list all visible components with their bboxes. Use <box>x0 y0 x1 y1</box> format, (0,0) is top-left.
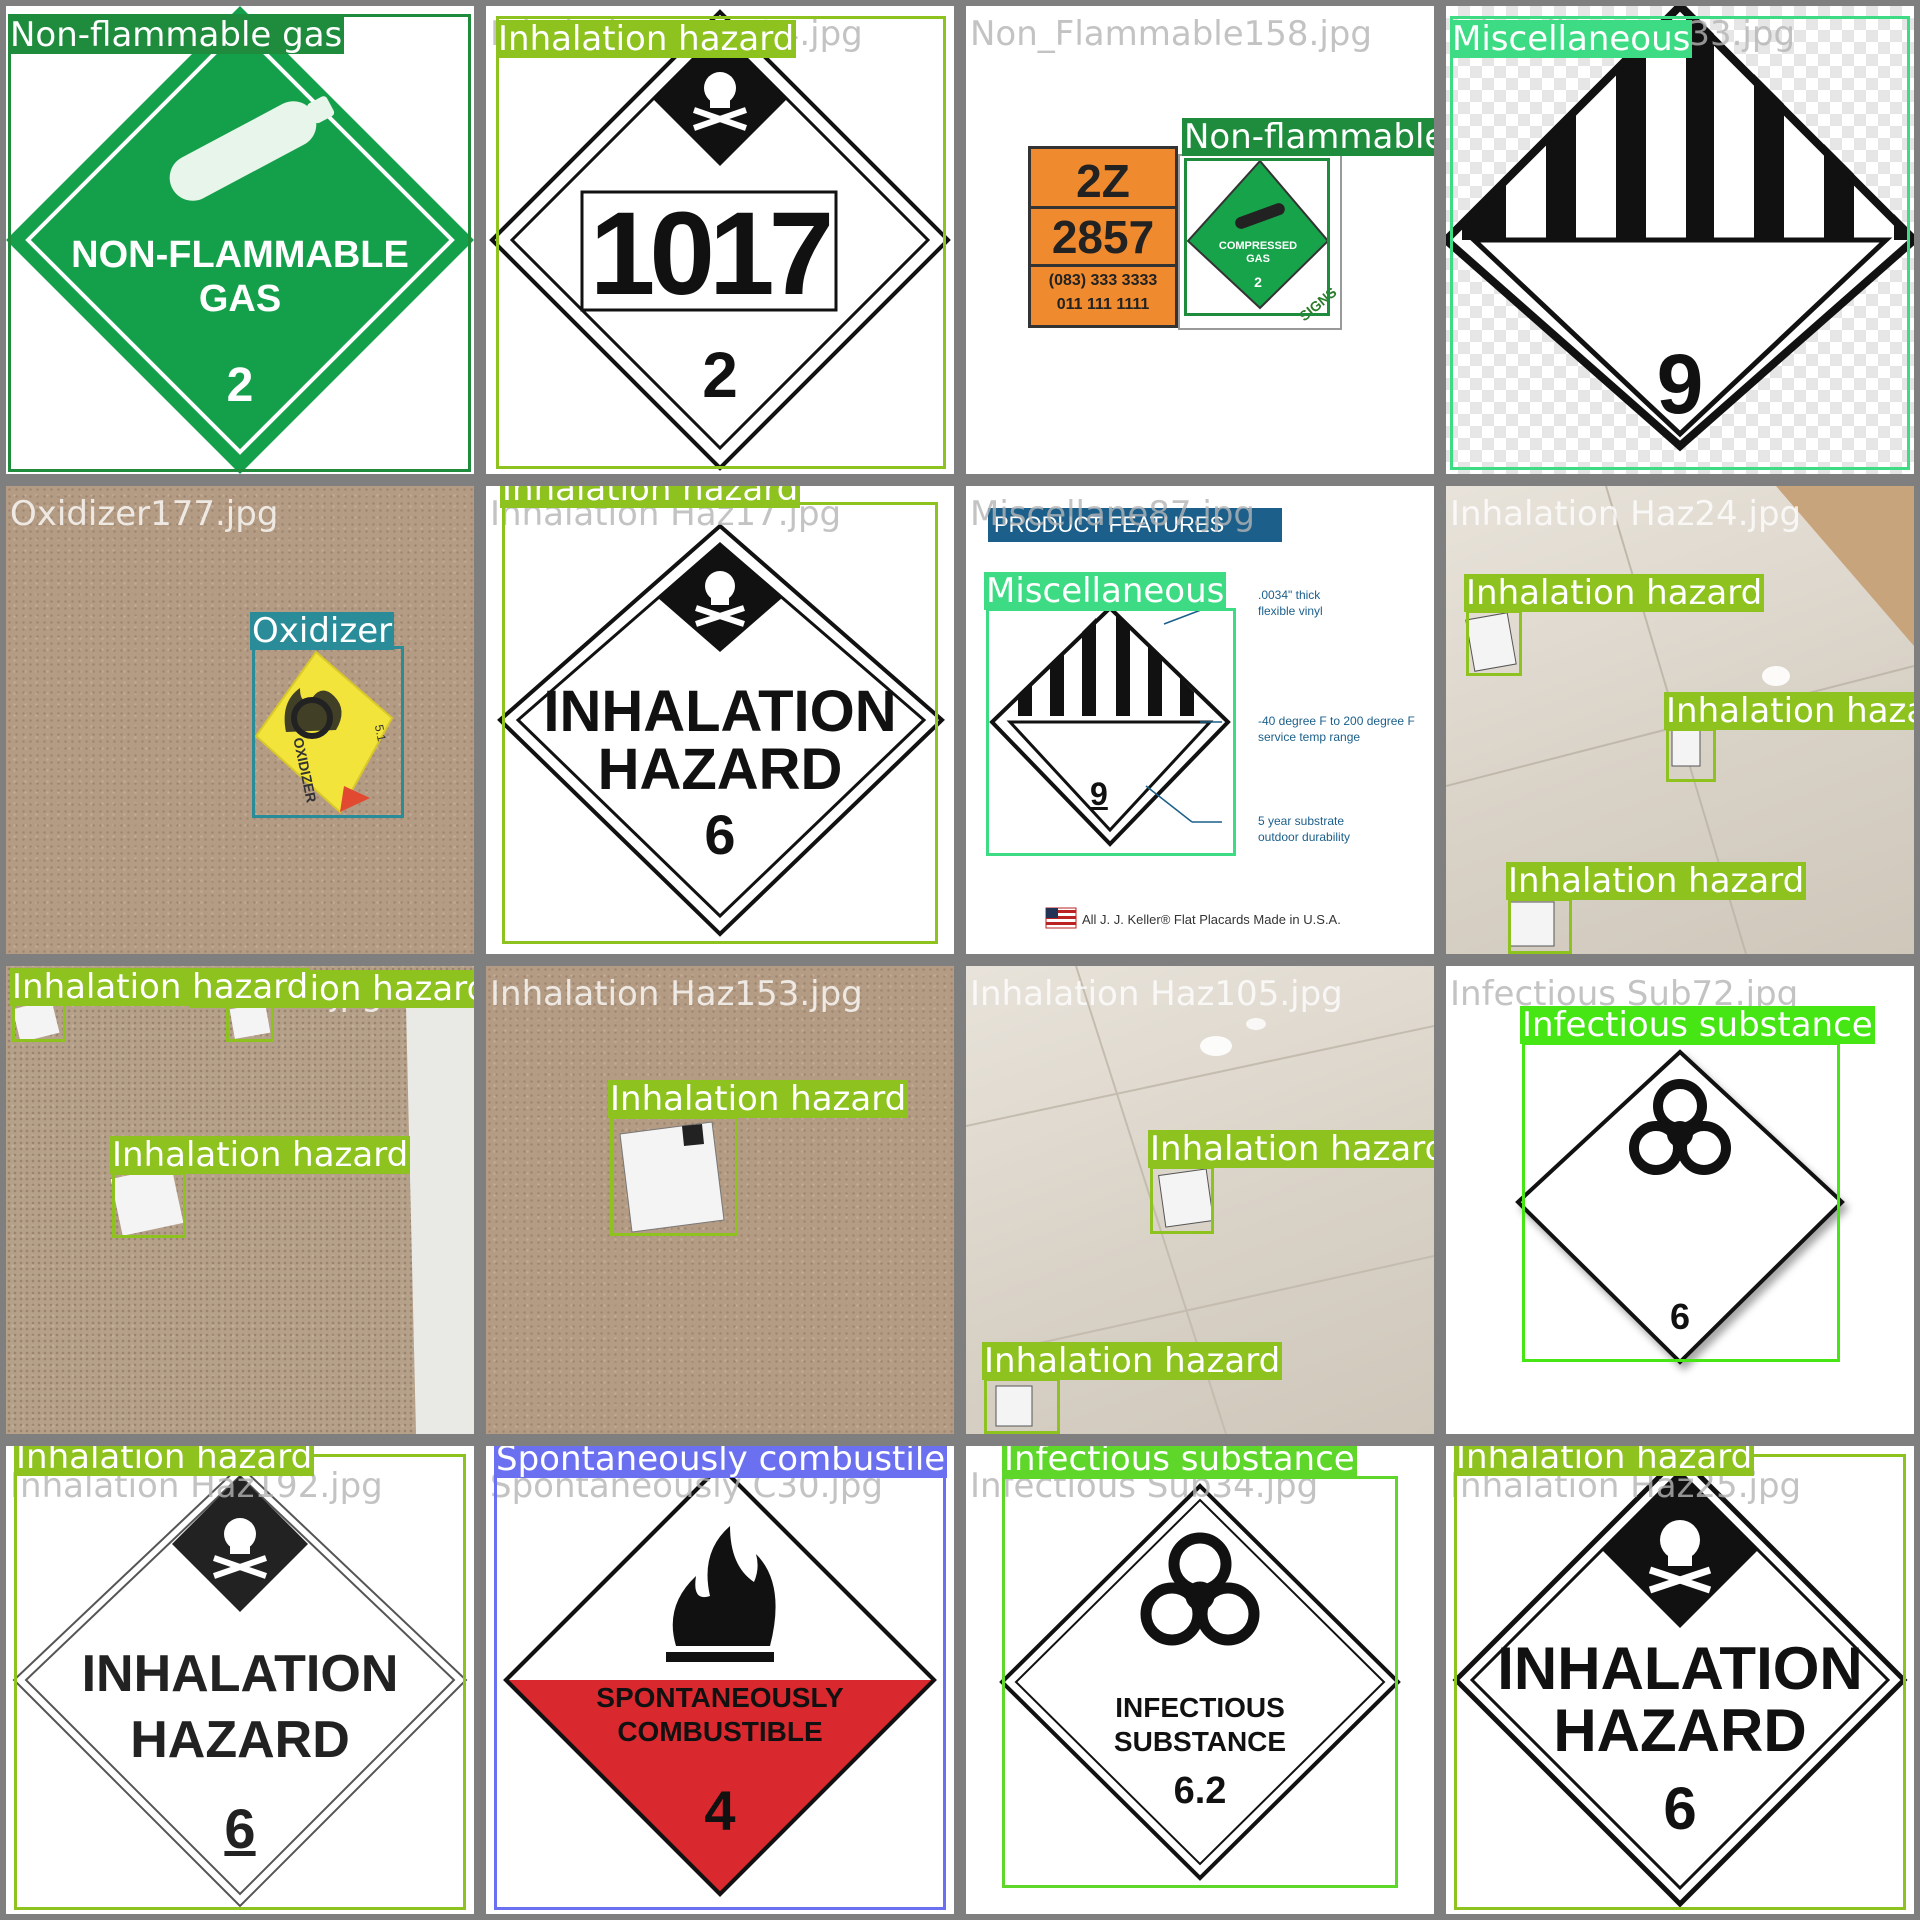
bbox-label: Miscellaneous <box>1450 19 1693 59</box>
feature-note: service temp range <box>1258 730 1361 744</box>
tile-inhalation-1017: 1017 2 Inhalation Haz124.jpg Inhalation … <box>486 6 954 474</box>
feature-note: .0034" thick <box>1258 588 1321 602</box>
feature-note: flexible vinyl <box>1258 604 1323 618</box>
bbox-label: Oxidizer <box>250 611 395 651</box>
bbox-label: Miscellaneous <box>984 571 1227 611</box>
bbox-label: Inhalation hazard <box>500 486 801 508</box>
bbox-inhalation <box>1150 1166 1214 1234</box>
bbox-inhalation <box>610 1116 738 1236</box>
tile-filename: Non_Flammable158.jpg <box>970 14 1372 54</box>
us-flag-icon <box>1045 907 1077 929</box>
bbox-label: Inhalation hazard <box>14 1446 315 1476</box>
bbox-label: Inhalation hazard <box>110 1135 411 1175</box>
tile-infectious-2: INFECTIOUS SUBSTANCE 6.2 Infectious Sub3… <box>966 1446 1434 1914</box>
tile-nonflammable-2: 2Z 2857 (083) 333 3333 011 111 1111 COMP… <box>966 6 1434 474</box>
tile-filename: Inhalation Haz153.jpg <box>490 974 863 1014</box>
bbox-inhalation <box>1466 610 1522 676</box>
tile-filename: Inhalation Haz24.jpg <box>1450 494 1802 534</box>
feature-note: outdoor durability <box>1258 830 1351 844</box>
bbox-inhalation <box>502 502 938 944</box>
bbox-label: Inhalation hazard <box>1454 1446 1755 1476</box>
bbox-infectious <box>1002 1476 1398 1888</box>
bbox-spontaneous <box>494 1454 946 1910</box>
bbox-nonflammable <box>8 14 471 472</box>
bbox-inhalation <box>984 1378 1060 1434</box>
bbox-label: Inhalation hazard <box>982 1341 1283 1381</box>
bbox-label: Inhalation hazard <box>1464 573 1765 613</box>
bbox-inhalation <box>12 1002 66 1042</box>
bbox-label: Inhalation hazard <box>10 967 311 1007</box>
bbox-miscellaneous <box>1450 16 1910 470</box>
tile-oxidizer: OXIDIZER 5.1 Oxidizer177.jpg Oxidizer <box>6 486 474 954</box>
tile-inhalation-5: Inhalation Haz153.jpg Inhalation hazard <box>486 966 954 1434</box>
bbox-label: Inhalation hazard <box>1148 1130 1434 1168</box>
tile-filename: Inhalation Haz105.jpg <box>970 974 1343 1014</box>
bbox-inhalation <box>1454 1454 1906 1910</box>
tile-inhalation-8: INHALATION HAZARD 6 Inhalation Haz25.jpg… <box>1446 1446 1914 1914</box>
feature-note: 5 year substrate <box>1258 814 1345 828</box>
detection-mosaic: NON-FLAMMABLE GAS 2 Non_Flammable134.jpg… <box>0 0 1920 1920</box>
bbox-label: Non-flammable gas <box>1182 118 1434 156</box>
bbox-label: Inhalation haza <box>1664 692 1914 730</box>
bbox-label: Inhalation hazard <box>496 19 797 59</box>
tile-inhalation-2: INHALATION HAZARD 6 Inhalation Haz17.jpg… <box>486 486 954 954</box>
tile-filename: Oxidizer177.jpg <box>10 494 279 534</box>
bbox-label: Infectious substance <box>1520 1005 1875 1045</box>
tile-infectious-1: 6 Infectious Sub72.jpg Infectious substa… <box>1446 966 1914 1434</box>
bbox-inhalation <box>1508 898 1572 954</box>
feature-note: -40 degree F to 200 degree F <box>1258 714 1415 728</box>
bbox-inhalation <box>1666 728 1716 782</box>
tile-miscellaneous-2: PRODUCT FEATURES 9 .0034" thick flexible… <box>966 486 1434 954</box>
tile-inhalation-7: INHALATION HAZARD 6 Inhalation Haz192.jp… <box>6 1446 474 1914</box>
bbox-nonflammable <box>1184 158 1330 316</box>
bbox-miscellaneous <box>986 608 1236 856</box>
tile-spontaneous: SPONTANEOUSLY COMBUSTIBLE 4 Spontaneousl… <box>486 1446 954 1914</box>
bbox-infectious <box>1522 1042 1840 1362</box>
bbox-label: Inhalation hazard <box>608 1079 909 1119</box>
tile-miscellaneous-1: 9 Miscellaneous33.jpg Miscellaneous <box>1446 6 1914 474</box>
footer-text: All J. J. Keller® Flat Placards Made in … <box>1082 912 1341 927</box>
bbox-label: Non-flammable gas <box>8 15 345 55</box>
tile-inhalation-6: Inhalation Haz105.jpg Inhalation hazard … <box>966 966 1434 1434</box>
tile-nonflammable-1: NON-FLAMMABLE GAS 2 Non_Flammable134.jpg… <box>6 6 474 474</box>
bbox-label: Infectious substance <box>1002 1446 1357 1478</box>
bbox-inhalation <box>226 1004 274 1042</box>
bbox-oxidizer <box>252 646 404 818</box>
bbox-inhalation <box>112 1172 186 1238</box>
bbox-inhalation <box>14 1454 466 1910</box>
tile-inhalation-3: Inhalation Haz24.jpg Inhalation hazard I… <box>1446 486 1914 954</box>
bbox-label: Inhalation hazard <box>1506 861 1807 901</box>
bbox-label: Spontaneously combustile <box>494 1446 948 1478</box>
tile-inhalation-4: Inhalation Haz111.jpg Inhalation hazard … <box>6 966 474 1434</box>
tile-filename: Miscellane87.jpg <box>970 494 1255 534</box>
bbox-inhalation <box>496 16 946 469</box>
